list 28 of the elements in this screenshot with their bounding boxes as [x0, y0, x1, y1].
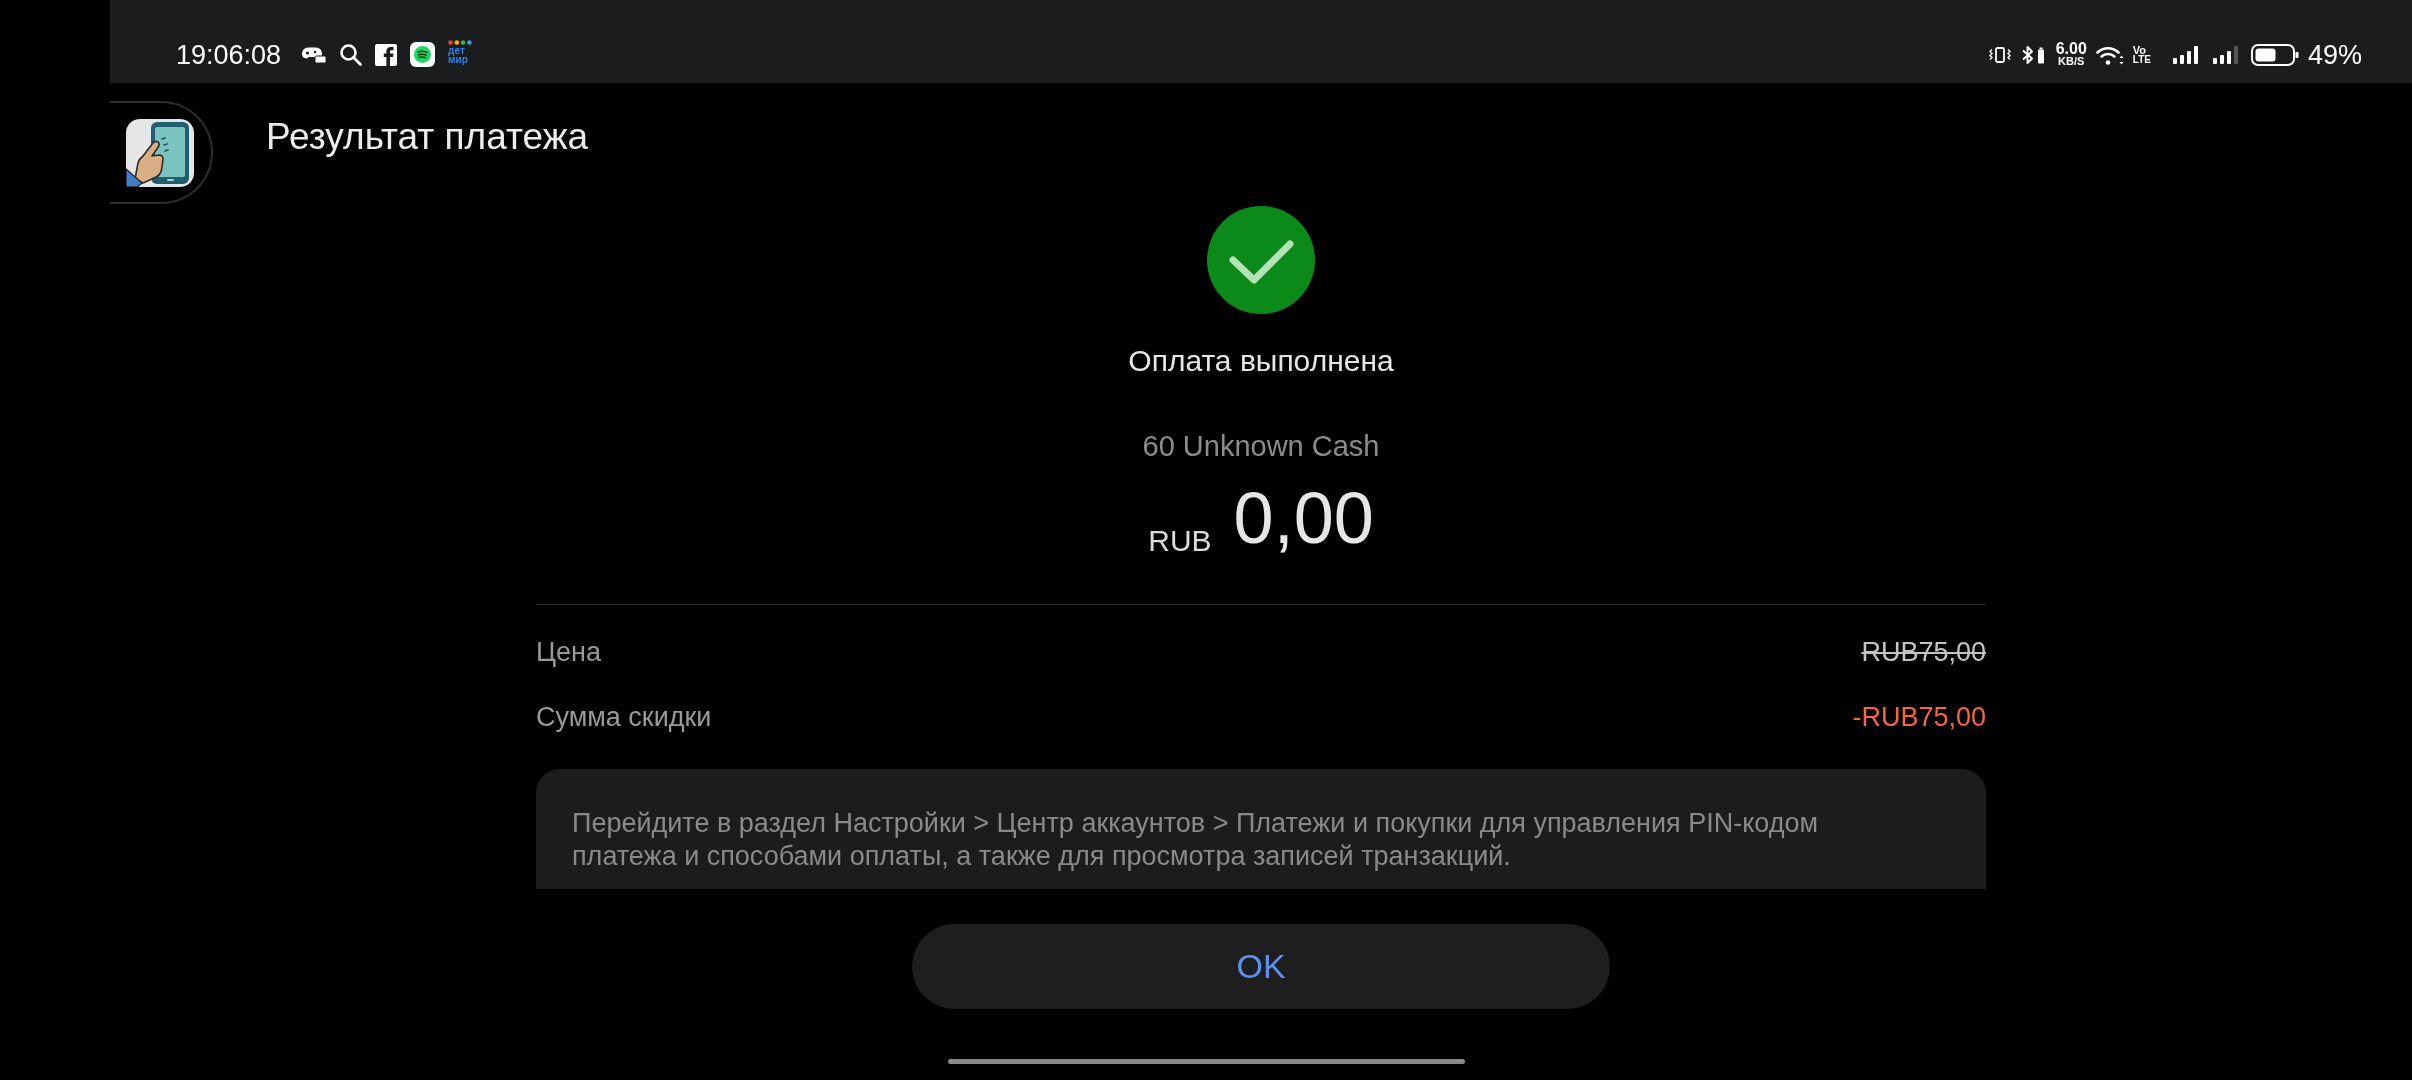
detail-label: Цена [536, 636, 601, 669]
currency-label: RUB [1148, 528, 1212, 554]
success-check-icon [1207, 206, 1315, 314]
ok-button[interactable]: OK [912, 924, 1610, 1009]
search-icon [339, 43, 363, 66]
signal-icon [2171, 44, 2198, 65]
battery-icon [2250, 43, 2299, 66]
signal-icon [2211, 44, 2238, 65]
battery-percent: 49% [2307, 39, 2362, 70]
amount-value: 0,00 [1233, 482, 1374, 554]
page-title: Результат платежа [266, 115, 588, 159]
info-text: Перейдите в раздел Настройки > Центр аккаунтов > Платежи и покупки для управления PIN-кодом платежа и способами оплаты, а также для просмотра записей транзакций. [572, 807, 1820, 873]
f-square-icon [375, 43, 398, 66]
detail-value: -RUB75,00 [1852, 701, 1986, 734]
volte-indicator: Vo LTE [2132, 44, 2151, 65]
detail-value: RUB75,00 [1861, 636, 1986, 669]
circle-stripes-app-icon [410, 42, 436, 67]
gamepad-chat-icon [301, 45, 327, 64]
bluetooth-battery-icon [2020, 44, 2047, 65]
detail-label: Сумма скидки [536, 701, 712, 734]
clock-time: 19:06:08 [176, 39, 282, 70]
product-name: 60 Unknown Cash [1142, 429, 1380, 464]
logo-text: дет мир [448, 45, 468, 64]
vibrate-icon [1987, 46, 2012, 63]
hand-tap-phone-icon [126, 118, 194, 187]
result-message: Оплата выполнена [1128, 343, 1394, 379]
colored-dots-icon [448, 39, 474, 45]
network-speed: 6.00 KB/S [2055, 42, 2087, 67]
